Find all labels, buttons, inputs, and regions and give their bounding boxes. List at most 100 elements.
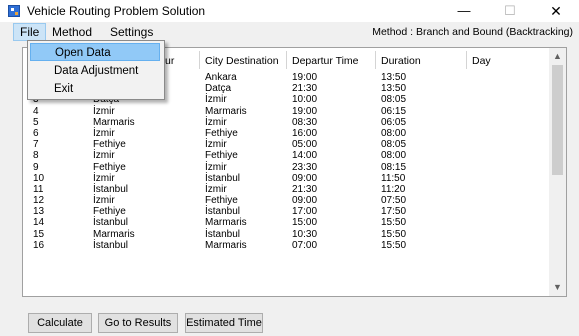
close-button[interactable]: ✕ — [533, 0, 579, 22]
table-row[interactable]: 15 Marmaris İstanbul 10:30 15:50 — [23, 229, 555, 240]
destination-city-cell[interactable]: Marmaris — [205, 240, 247, 251]
menu-item-data-adjustment[interactable]: Data Adjustment — [30, 62, 160, 80]
destination-city-cell[interactable]: İzmir — [205, 94, 227, 105]
departure-time-cell[interactable]: 15:00 — [292, 217, 317, 228]
departure-time-cell[interactable]: 19:00 — [292, 72, 317, 83]
menu-file[interactable]: File — [13, 23, 47, 41]
source-city-cell[interactable]: İzmir — [93, 195, 115, 206]
departure-time-cell[interactable]: 16:00 — [292, 128, 317, 139]
destination-city-cell[interactable]: Fethiye — [205, 195, 238, 206]
duration-cell[interactable]: 15:50 — [381, 229, 406, 240]
scroll-up-arrow-icon[interactable]: ▲ — [549, 48, 566, 65]
header-departure[interactable]: Departur Time — [292, 55, 359, 67]
departure-time-cell[interactable]: 08:30 — [292, 117, 317, 128]
departure-time-cell[interactable]: 21:30 — [292, 83, 317, 94]
menu-item-exit[interactable]: Exit — [30, 80, 160, 98]
table-row[interactable]: 7 Fethiye İzmir 05:00 08:05 — [23, 139, 555, 150]
vertical-scrollbar[interactable]: ▲ ▼ — [549, 48, 566, 296]
destination-city-cell[interactable]: İstanbul — [205, 206, 240, 217]
duration-cell[interactable]: 11:20 — [381, 184, 405, 195]
departure-time-cell[interactable]: 10:00 — [292, 94, 317, 105]
duration-cell[interactable]: 07:50 — [381, 195, 406, 206]
duration-cell[interactable]: 13:50 — [381, 72, 406, 83]
table-row[interactable]: 6 İzmir Fethiye 16:00 08:00 — [23, 128, 555, 139]
row-index-cell[interactable]: 6 — [33, 128, 39, 139]
departure-time-cell[interactable]: 07:00 — [292, 240, 317, 251]
source-city-cell[interactable]: İzmir — [93, 128, 115, 139]
table-row[interactable]: 8 İzmir Fethiye 14:00 08:00 — [23, 150, 555, 161]
source-city-cell[interactable]: İstanbul — [93, 184, 128, 195]
source-city-cell[interactable]: Marmaris — [93, 117, 135, 128]
table-row[interactable]: 10 İzmir İstanbul 09:00 11:50 — [23, 173, 555, 184]
source-city-cell[interactable]: Marmaris — [93, 229, 135, 240]
destination-city-cell[interactable]: Marmaris — [205, 217, 247, 228]
duration-cell[interactable]: 11:50 — [381, 173, 405, 184]
duration-cell[interactable]: 08:00 — [381, 150, 406, 161]
departure-time-cell[interactable]: 10:30 — [292, 229, 317, 240]
duration-cell[interactable]: 15:50 — [381, 240, 406, 251]
destination-city-cell[interactable]: Fethiye — [205, 128, 238, 139]
menu-method[interactable]: Method — [46, 24, 98, 40]
departure-time-cell[interactable]: 14:00 — [292, 150, 317, 161]
departure-time-cell[interactable]: 09:00 — [292, 195, 317, 206]
destination-city-cell[interactable]: İzmir — [205, 184, 227, 195]
destination-city-cell[interactable]: Fethiye — [205, 150, 238, 161]
duration-cell[interactable]: 13:50 — [381, 83, 406, 94]
destination-city-cell[interactable]: İstanbul — [205, 229, 240, 240]
destination-city-cell[interactable]: İzmir — [205, 139, 227, 150]
departure-time-cell[interactable]: 05:00 — [292, 139, 317, 150]
source-city-cell[interactable]: İzmir — [93, 150, 115, 161]
departure-time-cell[interactable]: 17:00 — [292, 206, 317, 217]
duration-cell[interactable]: 17:50 — [381, 206, 406, 217]
row-index-cell[interactable]: 4 — [33, 106, 39, 117]
table-row[interactable]: 16 İstanbul Marmaris 07:00 15:50 — [23, 240, 555, 251]
header-duration[interactable]: Duration — [381, 55, 421, 67]
source-city-cell[interactable]: Fethiye — [93, 206, 126, 217]
duration-cell[interactable]: 08:00 — [381, 128, 406, 139]
row-index-cell[interactable]: 8 — [33, 150, 39, 161]
destination-city-cell[interactable]: Datça — [205, 83, 231, 94]
source-city-cell[interactable]: İzmir — [93, 173, 115, 184]
source-city-cell[interactable]: İzmir — [93, 106, 115, 117]
destination-city-cell[interactable]: Marmaris — [205, 106, 247, 117]
scroll-down-arrow-icon[interactable]: ▼ — [549, 279, 566, 296]
duration-cell[interactable]: 08:05 — [381, 94, 406, 105]
maximize-button[interactable]: ☐ — [487, 0, 533, 22]
row-index-cell[interactable]: 13 — [33, 206, 44, 217]
table-row[interactable]: 11 İstanbul İzmir 21:30 11:20 — [23, 184, 555, 195]
minimize-button[interactable]: — — [441, 0, 487, 22]
row-index-cell[interactable]: 5 — [33, 117, 39, 128]
departure-time-cell[interactable]: 19:00 — [292, 106, 317, 117]
row-index-cell[interactable]: 11 — [33, 184, 43, 195]
destination-city-cell[interactable]: İstanbul — [205, 173, 240, 184]
calculate-button[interactable]: Calculate — [28, 313, 92, 333]
row-index-cell[interactable]: 9 — [33, 162, 39, 173]
duration-cell[interactable]: 15:50 — [381, 217, 406, 228]
destination-city-cell[interactable]: İzmir — [205, 117, 227, 128]
row-index-cell[interactable]: 7 — [33, 139, 39, 150]
table-row[interactable]: 13 Fethiye İstanbul 17:00 17:50 — [23, 206, 555, 217]
menu-item-open-data[interactable]: Open Data — [30, 43, 160, 61]
table-row[interactable]: 12 İzmir Fethiye 09:00 07:50 — [23, 195, 555, 206]
departure-time-cell[interactable]: 09:00 — [292, 173, 317, 184]
departure-time-cell[interactable]: 23:30 — [292, 162, 317, 173]
scroll-thumb[interactable] — [552, 65, 563, 175]
header-day[interactable]: Day — [472, 55, 491, 67]
duration-cell[interactable]: 06:15 — [381, 106, 406, 117]
estimated-time-button[interactable]: Estimated Time — [185, 313, 263, 333]
row-index-cell[interactable]: 14 — [33, 217, 44, 228]
row-index-cell[interactable]: 10 — [33, 173, 44, 184]
source-city-cell[interactable]: Fethiye — [93, 139, 126, 150]
table-row[interactable]: 5 Marmaris İzmir 08:30 06:05 — [23, 117, 555, 128]
header-source[interactable]: ur — [165, 55, 174, 67]
destination-city-cell[interactable]: İzmir — [205, 162, 227, 173]
table-row[interactable]: 9 Fethiye İzmir 23:30 08:15 — [23, 162, 555, 173]
source-city-cell[interactable]: İstanbul — [93, 217, 128, 228]
duration-cell[interactable]: 06:05 — [381, 117, 406, 128]
destination-city-cell[interactable]: Ankara — [205, 72, 237, 83]
row-index-cell[interactable]: 12 — [33, 195, 44, 206]
menu-settings[interactable]: Settings — [104, 24, 159, 40]
row-index-cell[interactable]: 16 — [33, 240, 44, 251]
table-row[interactable]: 14 İstanbul Marmaris 15:00 15:50 — [23, 217, 555, 228]
duration-cell[interactable]: 08:05 — [381, 139, 406, 150]
